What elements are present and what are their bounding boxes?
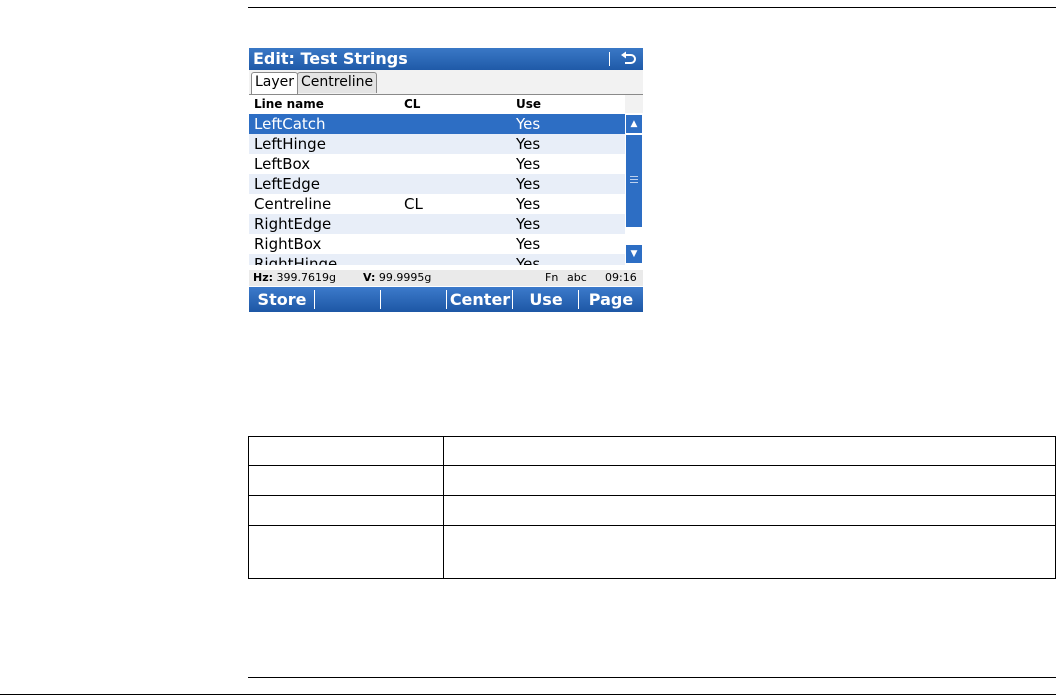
table-row bbox=[248, 495, 1056, 526]
fn-indicator: Fn bbox=[545, 271, 559, 284]
row-cl: CL bbox=[404, 195, 423, 213]
device-screen: Edit: Test Strings Layer Centreline Line… bbox=[249, 48, 643, 312]
page-button-label: Page bbox=[588, 290, 634, 309]
triangle-down-icon[interactable]: ▼ bbox=[626, 245, 642, 263]
tab-centreline[interactable]: Centreline bbox=[297, 72, 378, 93]
row-line-name: LeftHinge bbox=[254, 135, 326, 153]
list-row[interactable]: RightHinge Yes bbox=[249, 254, 625, 265]
vertical-scrollbar[interactable]: ▲ ▼ bbox=[625, 95, 643, 265]
row-use: Yes bbox=[516, 155, 541, 173]
header-rule bbox=[248, 7, 1056, 8]
row-use: Yes bbox=[516, 195, 541, 213]
softkey-f2[interactable] bbox=[315, 287, 381, 312]
table-row bbox=[248, 465, 1056, 496]
table-cell bbox=[443, 465, 1056, 496]
title-bar: Edit: Test Strings bbox=[249, 48, 643, 70]
status-bar: Hz: 399.7619g V: 99.9995g Fn abc 09:16 bbox=[249, 270, 643, 286]
use-button-label: Use bbox=[529, 290, 563, 309]
softkey-f3[interactable] bbox=[381, 287, 447, 312]
list-header: Line name CL Use bbox=[249, 95, 625, 113]
window-title: Edit: Test Strings bbox=[253, 49, 408, 68]
row-use: Yes bbox=[516, 175, 541, 193]
table-header-row bbox=[248, 436, 1056, 466]
row-use: Yes bbox=[516, 255, 541, 265]
table-cell bbox=[248, 465, 444, 496]
row-line-name: LeftBox bbox=[254, 155, 311, 173]
row-use: Yes bbox=[516, 115, 541, 133]
title-separator bbox=[609, 52, 610, 66]
list-row[interactable]: LeftHinge Yes bbox=[249, 134, 625, 154]
tab-strip: Layer Centreline bbox=[249, 70, 643, 95]
store-button-label: Store bbox=[257, 290, 307, 309]
grip-line bbox=[630, 176, 638, 177]
page-button[interactable]: Page bbox=[579, 287, 643, 312]
table-cell bbox=[443, 525, 1056, 579]
table-row bbox=[248, 525, 1056, 579]
center-button-label: Center bbox=[449, 290, 511, 309]
row-line-name: Centreline bbox=[254, 195, 332, 213]
column-header-cl[interactable]: CL bbox=[404, 96, 420, 112]
description-table bbox=[248, 436, 1056, 579]
column-header-line-name[interactable]: Line name bbox=[254, 96, 324, 112]
triangle-up-icon[interactable]: ▲ bbox=[626, 115, 642, 133]
list-row[interactable]: RightEdge Yes bbox=[249, 214, 625, 234]
grip-line bbox=[630, 182, 638, 183]
tab-layer[interactable]: Layer bbox=[251, 72, 299, 94]
list-row[interactable]: LeftEdge Yes bbox=[249, 174, 625, 194]
clock: 09:16 bbox=[605, 271, 637, 284]
table-cell bbox=[248, 525, 444, 579]
row-use: Yes bbox=[516, 135, 541, 153]
page-edge-rule bbox=[0, 694, 1056, 695]
softkey-bar: Store Center Use Page bbox=[249, 287, 643, 312]
row-use: Yes bbox=[516, 235, 541, 253]
scroll-thumb[interactable] bbox=[626, 135, 642, 227]
row-line-name: RightBox bbox=[254, 235, 322, 253]
row-line-name: RightEdge bbox=[254, 215, 332, 233]
grip-line bbox=[630, 179, 638, 180]
back-arrow-icon[interactable] bbox=[617, 50, 639, 68]
column-header-use[interactable]: Use bbox=[516, 96, 541, 112]
scrollbar-header-cell bbox=[625, 95, 643, 113]
use-button[interactable]: Use bbox=[513, 287, 579, 312]
store-button[interactable]: Store bbox=[249, 287, 315, 312]
table-cell bbox=[248, 495, 444, 526]
center-button[interactable]: Center bbox=[447, 287, 513, 312]
hz-value: 399.7619g bbox=[276, 271, 336, 284]
table-cell bbox=[443, 495, 1056, 526]
hz-label: Hz: bbox=[253, 271, 274, 284]
input-mode-indicator: abc bbox=[567, 271, 587, 284]
footer-rule bbox=[248, 677, 1056, 678]
list-row[interactable]: LeftBox Yes bbox=[249, 154, 625, 174]
table-header-cell bbox=[248, 436, 444, 466]
row-line-name: LeftEdge bbox=[254, 175, 320, 193]
list-row[interactable]: LeftCatch Yes bbox=[249, 114, 625, 134]
row-use: Yes bbox=[516, 215, 541, 233]
list-row[interactable]: Centreline CL Yes bbox=[249, 194, 625, 214]
line-list: Line name CL Use LeftCatch Yes LeftHinge… bbox=[249, 95, 625, 265]
list-row[interactable]: RightBox Yes bbox=[249, 234, 625, 254]
row-line-name: RightHinge bbox=[254, 255, 338, 265]
table-header-cell bbox=[443, 436, 1056, 466]
v-label: V: bbox=[363, 271, 376, 284]
v-value: 99.9995g bbox=[378, 271, 432, 284]
row-line-name: LeftCatch bbox=[254, 115, 326, 133]
